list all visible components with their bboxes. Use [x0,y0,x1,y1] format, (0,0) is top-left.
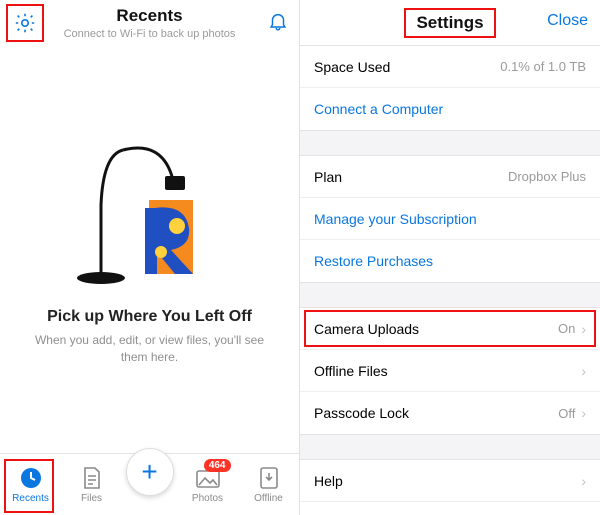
passcode-value: Off [558,406,575,421]
row-space-used: Space Used 0.1% of 1.0 TB [300,46,600,88]
row-restore-purchases[interactable]: Restore Purchases [300,240,600,282]
space-used-label: Space Used [314,59,500,75]
settings-title: Settings [404,8,495,38]
row-offline-files[interactable]: Offline Files › [300,350,600,392]
bell-icon [267,10,289,32]
row-camera-uploads[interactable]: Camera Uploads On › [300,308,600,350]
empty-headline: Pick up Where You Left Off [47,308,252,326]
row-connect-computer[interactable]: Connect a Computer [300,88,600,130]
manage-sub-label: Manage your Subscription [314,211,586,227]
section-gap [300,282,600,308]
plan-label: Plan [314,169,508,185]
empty-subtext: When you add, edit, or view files, you'l… [20,332,279,364]
photos-badge: 464 [204,459,231,472]
tab-bar: Recents Files + 464 Photos [0,453,299,515]
section-gap [300,130,600,156]
tab-files[interactable]: Files [65,465,119,504]
empty-state: Pick up Where You Left Off When you add,… [0,52,299,453]
tab-photos-label: Photos [192,493,223,504]
recents-header: Recents Connect to Wi-Fi to back up phot… [0,0,299,52]
tab-offline[interactable]: Offline [242,465,296,504]
notifications-button[interactable] [267,10,289,32]
row-legal-privacy[interactable]: Legal & Privacy › [300,502,600,515]
highlight-frame-recents [4,459,54,513]
plan-value: Dropbox Plus [508,169,586,184]
section-gap [300,434,600,460]
file-icon [81,466,103,490]
recents-subtitle: Connect to Wi-Fi to back up photos [0,28,299,40]
camera-uploads-value: On [558,321,575,336]
settings-header: Settings Close [300,0,600,46]
settings-pane: Settings Close Space Used 0.1% of 1.0 TB… [300,0,600,515]
recents-pane: Recents Connect to Wi-Fi to back up phot… [0,0,300,515]
passcode-label: Passcode Lock [314,405,558,421]
plus-icon: + [141,458,157,486]
restore-label: Restore Purchases [314,253,586,269]
chevron-right-icon: › [581,473,586,489]
row-passcode-lock[interactable]: Passcode Lock Off › [300,392,600,434]
chevron-right-icon: › [581,405,586,421]
tab-offline-label: Offline [254,493,283,504]
empty-illustration [65,140,235,290]
row-manage-subscription[interactable]: Manage your Subscription [300,198,600,240]
space-used-value: 0.1% of 1.0 TB [500,59,586,74]
recents-title: Recents [0,0,299,26]
connect-computer-label: Connect a Computer [314,101,586,117]
tab-photos[interactable]: 464 Photos [181,465,235,504]
chevron-right-icon: › [581,363,586,379]
download-icon [259,466,279,490]
settings-list: Space Used 0.1% of 1.0 TB Connect a Comp… [300,46,600,515]
add-button[interactable]: + [126,448,174,496]
settings-gear-button[interactable] [6,4,44,42]
chevron-right-icon: › [581,321,586,337]
offline-files-label: Offline Files [314,363,575,379]
row-help[interactable]: Help › [300,460,600,502]
row-plan: Plan Dropbox Plus [300,156,600,198]
tab-files-label: Files [81,493,102,504]
gear-icon [13,11,37,35]
close-button[interactable]: Close [547,12,588,30]
camera-uploads-label: Camera Uploads [314,321,558,337]
help-label: Help [314,473,575,489]
